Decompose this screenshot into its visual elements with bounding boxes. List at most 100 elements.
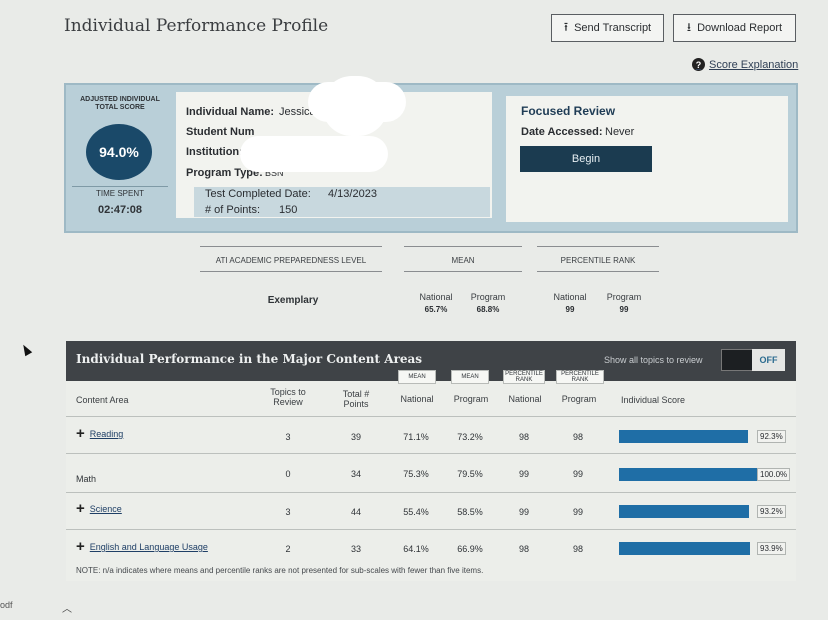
- program-header: Program: [453, 394, 489, 404]
- mean-national-cell: 71.1%: [403, 432, 429, 442]
- divider: [72, 186, 168, 187]
- mean-program-cell: 73.2%: [457, 432, 483, 442]
- expand-icon[interactable]: +: [76, 501, 85, 516]
- pr-program-label: Program: [606, 292, 642, 302]
- mean-col-box: MEAN: [451, 370, 489, 384]
- pr-program-cell: 98: [572, 544, 583, 554]
- download-icon: ⭳: [686, 19, 692, 34]
- pr-national-cell: 99: [518, 469, 529, 479]
- content-area-name[interactable]: Science: [90, 504, 122, 514]
- show-all-topics-label: Show all topics to review: [604, 355, 703, 365]
- topics-cell: 3: [285, 507, 291, 517]
- pr-national-value: 99: [565, 305, 575, 314]
- score-value: 93.2%: [757, 505, 786, 518]
- pr-national-cell: 98: [518, 432, 529, 442]
- pr-program-cell: 99: [572, 507, 583, 517]
- institution-label: Institution:: [186, 146, 243, 158]
- table-row[interactable]: + Reading: [76, 426, 124, 441]
- student-number-label: Student Num: [186, 126, 255, 138]
- divider: [404, 271, 522, 272]
- mean-national-cell: 75.3%: [403, 469, 429, 479]
- divider: [66, 416, 796, 417]
- redaction: [322, 76, 388, 136]
- program-header: Program: [561, 394, 597, 404]
- mean-header: MEAN: [451, 256, 475, 265]
- send-transcript-button[interactable]: ⭱ Send Transcript: [551, 14, 664, 42]
- table-row[interactable]: + English and Language Usage: [76, 539, 208, 554]
- time-spent-label: TIME SPENT: [95, 189, 144, 198]
- begin-label: Begin: [571, 153, 601, 165]
- points-cell: 34: [350, 469, 361, 479]
- mean-col-box: MEAN: [398, 370, 436, 384]
- download-report-label: Download Report: [697, 22, 783, 34]
- content-areas-title: Individual Performance in the Major Cont…: [76, 352, 423, 366]
- table-note: NOTE: n/a indicates where means and perc…: [76, 566, 484, 575]
- content-area-name: Math: [76, 474, 97, 484]
- mean-national-value: 65.7%: [424, 305, 448, 314]
- topics-cell: 3: [285, 432, 291, 442]
- score-value: 92.3%: [757, 430, 786, 443]
- score-value: 100.0%: [757, 468, 791, 481]
- national-header: National: [508, 394, 542, 404]
- score-bar: [619, 468, 759, 481]
- pr-national-cell: 99: [518, 507, 529, 517]
- upload-icon: ⭱: [563, 19, 569, 34]
- content-area-name[interactable]: English and Language Usage: [90, 542, 208, 552]
- divider: [66, 492, 796, 493]
- total-points-header: Total # Points: [342, 389, 370, 409]
- toggle-state: OFF: [752, 349, 785, 371]
- table-row[interactable]: + Science: [76, 501, 122, 516]
- mean-national-label: National: [419, 292, 453, 302]
- pr-program-value: 99: [619, 305, 629, 314]
- help-icon: ?: [692, 58, 705, 71]
- points-cell: 39: [350, 432, 361, 442]
- divider: [404, 246, 522, 247]
- points-cell: 33: [350, 544, 361, 554]
- divider: [537, 271, 659, 272]
- expand-icon[interactable]: +: [76, 426, 85, 441]
- divider: [537, 246, 659, 247]
- mouse-cursor-icon: [19, 342, 33, 357]
- mean-national-cell: 55.4%: [403, 507, 429, 517]
- redaction: [240, 136, 388, 172]
- preparedness-value: Exemplary: [267, 295, 319, 306]
- send-transcript-label: Send Transcript: [574, 22, 652, 34]
- download-file-label[interactable]: odf: [0, 600, 13, 610]
- divider: [200, 271, 382, 272]
- content-area-name[interactable]: Reading: [90, 429, 124, 439]
- pr-col-box: PERCENTILE RANK: [556, 370, 604, 384]
- score-bar: [619, 430, 748, 443]
- percentile-header: PERCENTILE RANK: [560, 256, 636, 265]
- expand-icon[interactable]: +: [76, 539, 85, 554]
- mean-program-label: Program: [470, 292, 506, 302]
- date-accessed-value: Never: [605, 126, 635, 138]
- pr-col-box: PERCENTILE RANK: [503, 370, 545, 384]
- score-explanation-label: Score Explanation: [709, 58, 799, 71]
- score-bar: [619, 505, 749, 518]
- download-report-button[interactable]: ⭳ Download Report: [673, 14, 796, 42]
- date-accessed-label: Date Accessed:: [521, 126, 603, 138]
- mean-program-cell: 58.5%: [457, 507, 483, 517]
- pr-program-cell: 99: [572, 469, 583, 479]
- score-label: ADJUSTED INDIVIDUAL TOTAL SCORE: [80, 96, 160, 111]
- test-completed-value: 4/13/2023: [328, 188, 377, 200]
- begin-button[interactable]: Begin: [520, 146, 652, 172]
- focused-review-title: Focused Review: [521, 104, 616, 118]
- score-value: 93.9%: [757, 542, 786, 555]
- total-score-value: 94.0%: [99, 144, 139, 160]
- time-spent-value: 02:47:08: [97, 204, 143, 216]
- individual-score-header: Individual Score: [620, 395, 686, 405]
- topics-header: Topics to Review: [270, 387, 306, 407]
- points-value: 150: [279, 204, 298, 216]
- chevron-up-icon[interactable]: ︿: [62, 600, 72, 615]
- mean-program-cell: 66.9%: [457, 544, 483, 554]
- content-area-header: Content Area: [76, 395, 129, 405]
- total-score-circle: 94.0%: [86, 124, 152, 180]
- topics-cell: 0: [285, 469, 291, 479]
- points-cell: 44: [350, 507, 361, 517]
- divider: [66, 453, 796, 454]
- score-explanation-link[interactable]: ? Score Explanation: [692, 58, 798, 71]
- table-row: Math: [76, 469, 96, 487]
- divider: [200, 246, 382, 247]
- name-label: Individual Name:: [186, 106, 275, 118]
